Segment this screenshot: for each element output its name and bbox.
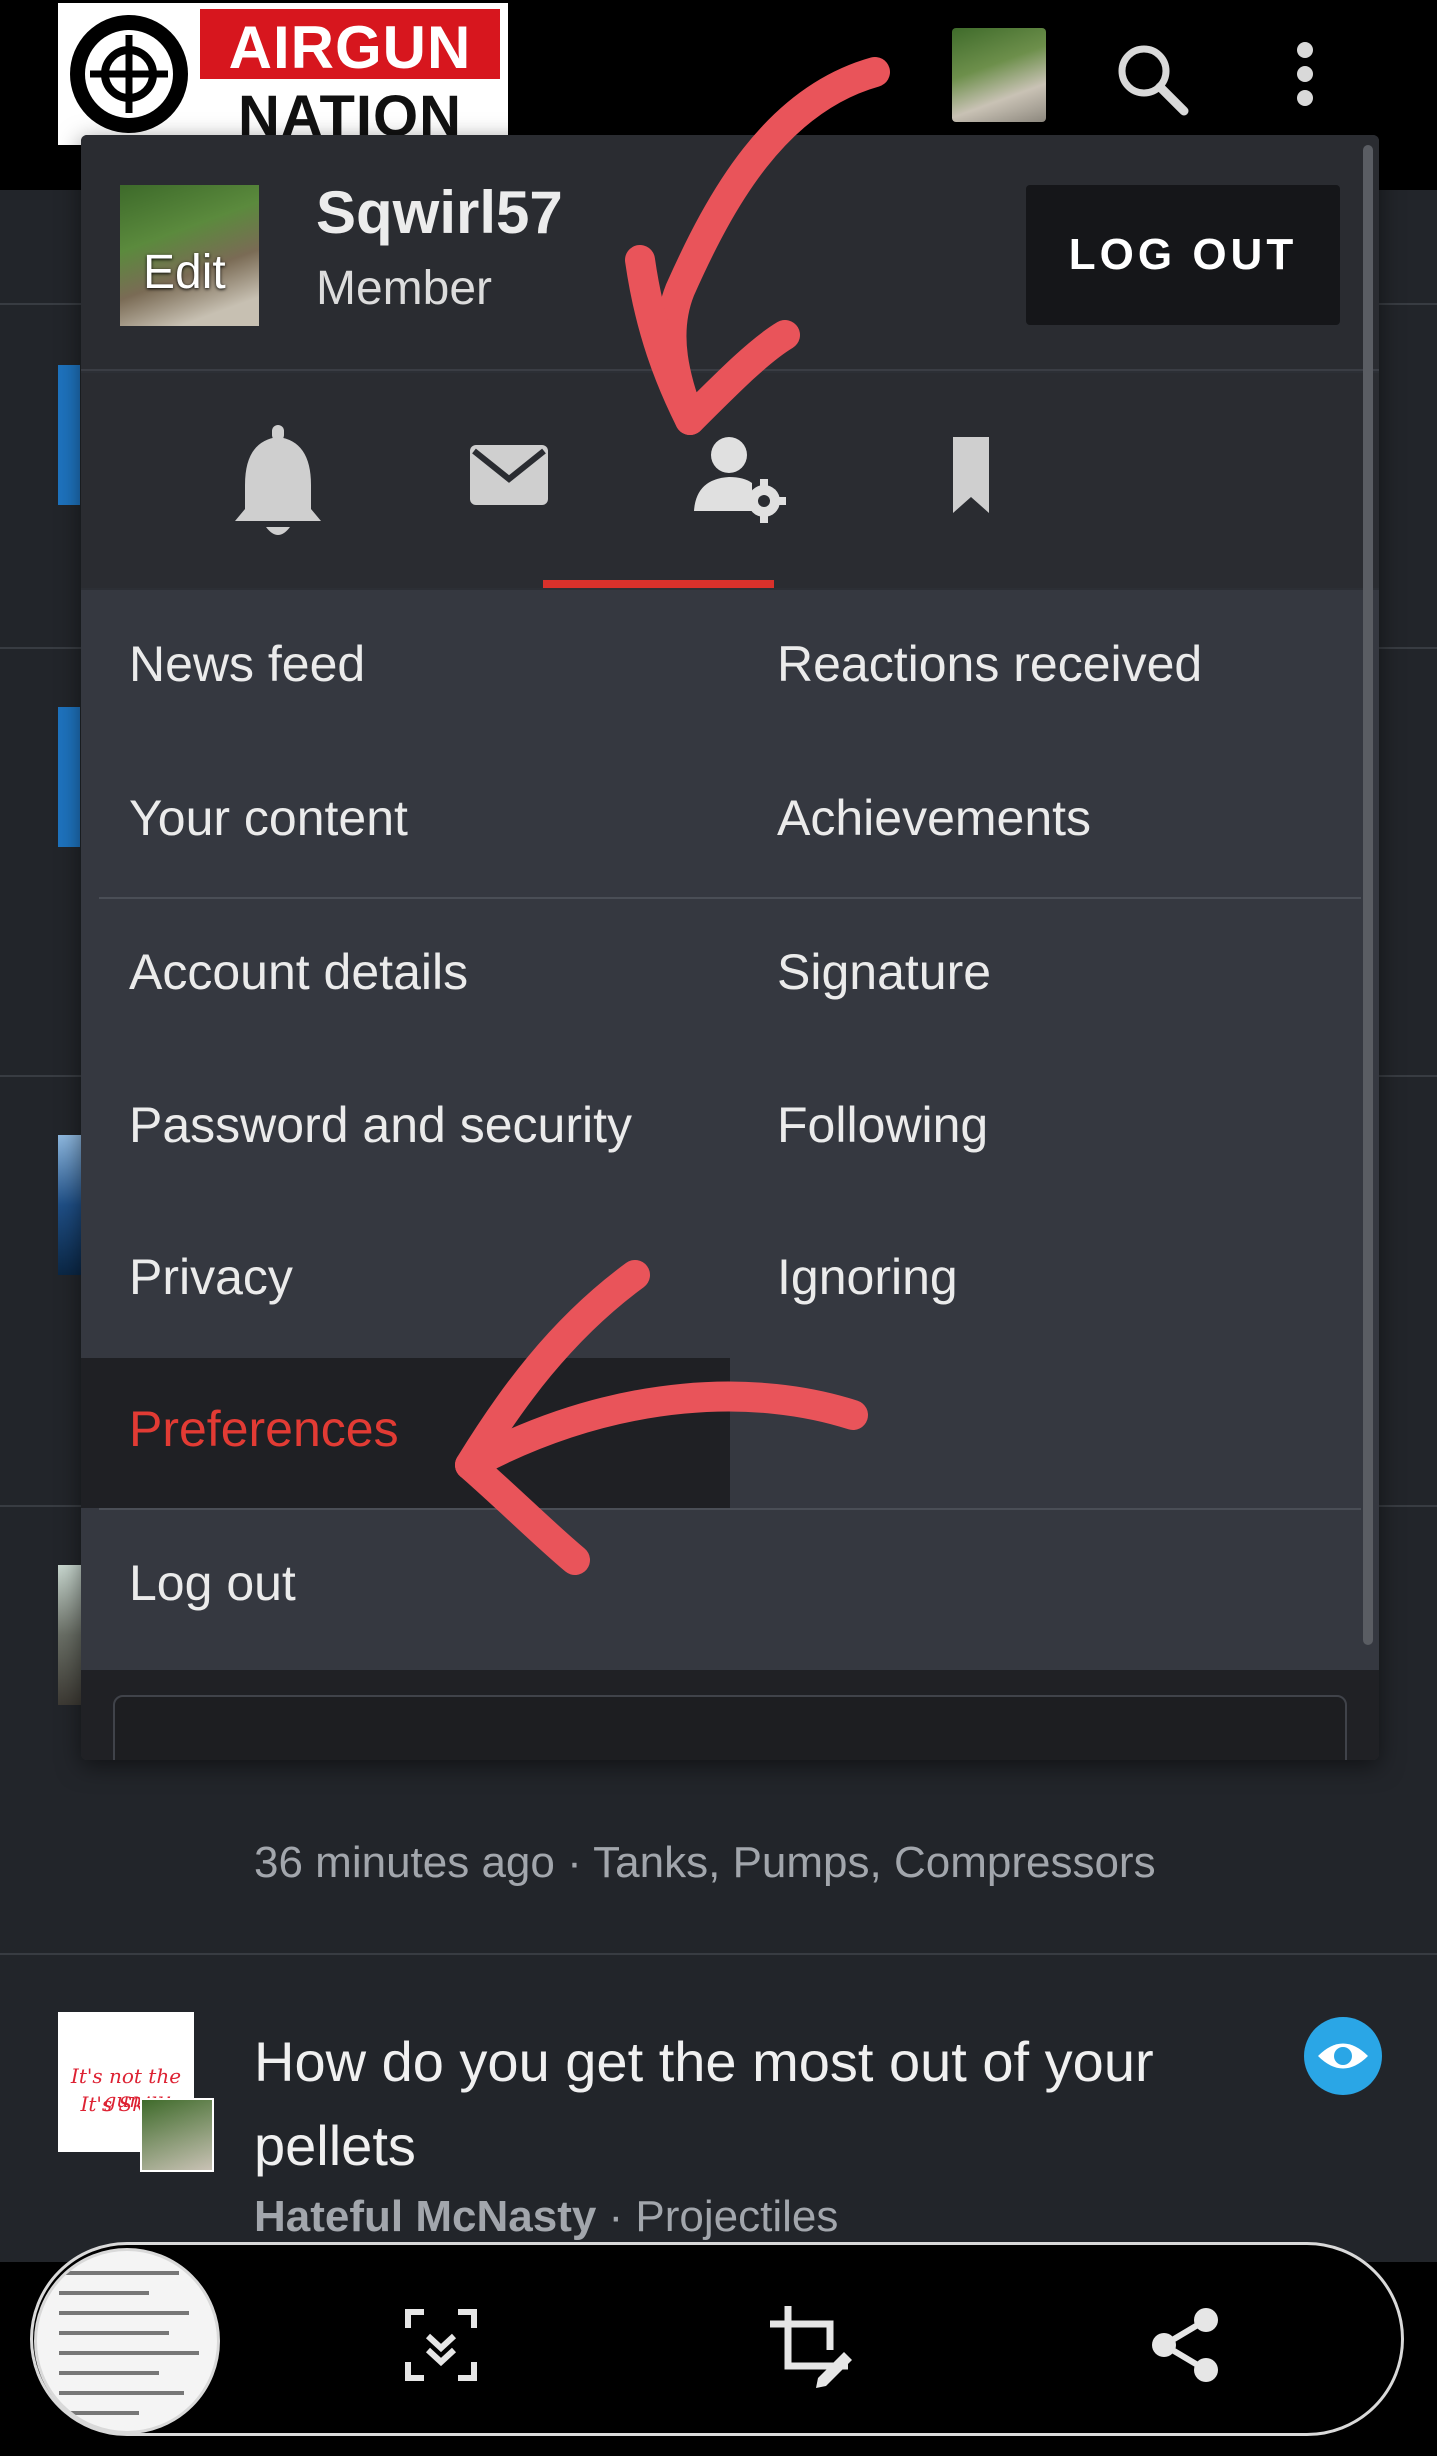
envelope-icon xyxy=(470,445,548,505)
share-icon[interactable] xyxy=(1140,2300,1230,2390)
thread-title-link[interactable]: How do you get the most out of your pell… xyxy=(254,2020,1284,2188)
crosshair-icon xyxy=(70,15,188,133)
logout-button[interactable]: LOG OUT xyxy=(1026,185,1340,325)
thread-forum[interactable]: · Projectiles xyxy=(609,2192,839,2241)
search-icon[interactable] xyxy=(1108,35,1198,125)
menu-item-account-details[interactable]: Account details xyxy=(129,943,468,1001)
crop-edit-icon[interactable] xyxy=(764,2300,854,2390)
scroll-capture-icon[interactable] xyxy=(396,2300,486,2390)
account-menu: Edit Sqwirl57 Member LOG OUT News feed R… xyxy=(81,135,1379,1760)
more-vertical-icon[interactable] xyxy=(1280,35,1330,125)
menu-item-your-content[interactable]: Your content xyxy=(129,789,408,847)
username[interactable]: Sqwirl57 xyxy=(316,178,563,247)
account-menu-tabs xyxy=(81,373,1379,588)
tab-alerts[interactable] xyxy=(163,373,393,588)
feed-divider xyxy=(0,1953,1437,1955)
menu-item-following[interactable]: Following xyxy=(777,1096,988,1154)
status-update-input[interactable] xyxy=(113,1695,1347,1760)
menu-item-achievements[interactable]: Achievements xyxy=(777,789,1091,847)
user-role: Member xyxy=(316,262,493,315)
tab-conversations[interactable] xyxy=(394,373,624,588)
menu-item-signature[interactable]: Signature xyxy=(777,943,991,1001)
bell-icon xyxy=(235,425,321,535)
tab-bookmarks[interactable] xyxy=(856,373,1086,588)
menu-scrollbar[interactable] xyxy=(1363,145,1373,1645)
thread-meta: 36 minutes ago · Tanks, Pumps, Compresso… xyxy=(254,1838,1156,1887)
menu-item-ignoring[interactable]: Ignoring xyxy=(777,1248,958,1306)
thread-author-link[interactable]: Hateful McNasty xyxy=(254,2192,596,2241)
eye-icon[interactable] xyxy=(1304,2017,1382,2095)
site-logo[interactable]: AIRGUN NATION xyxy=(58,3,508,149)
menu-item-news-feed[interactable]: News feed xyxy=(129,635,365,693)
logo-text-top: AIRGUN xyxy=(228,14,472,81)
last-poster-avatar[interactable] xyxy=(140,2098,214,2172)
thread-byline: Hateful McNasty · Projectiles xyxy=(254,2192,838,2242)
user-cog-icon xyxy=(694,437,786,523)
avatar-edit-link[interactable]: Edit xyxy=(143,245,226,300)
user-avatar-button[interactable] xyxy=(952,28,1046,122)
active-tab-indicator xyxy=(543,580,774,588)
menu-item-reactions-received[interactable]: Reactions received xyxy=(777,635,1202,693)
tab-account-settings[interactable] xyxy=(624,373,854,588)
menu-separator xyxy=(99,1508,1361,1510)
unread-indicator xyxy=(58,707,80,847)
menu-item-preferences[interactable]: Preferences xyxy=(129,1400,399,1458)
menu-item-password-security[interactable]: Password and security xyxy=(129,1096,632,1154)
menu-item-log-out[interactable]: Log out xyxy=(129,1554,296,1612)
bookmark-icon xyxy=(953,437,989,513)
screenshot-preview[interactable] xyxy=(34,2248,220,2434)
menu-separator xyxy=(99,897,1361,899)
unread-indicator xyxy=(58,365,80,505)
menu-item-privacy[interactable]: Privacy xyxy=(129,1248,293,1306)
